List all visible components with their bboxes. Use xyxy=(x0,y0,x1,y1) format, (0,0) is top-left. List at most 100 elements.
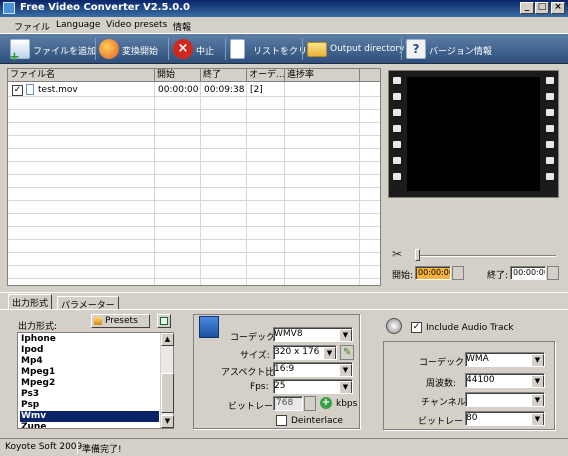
preview-screen xyxy=(407,77,540,191)
film-strip-right xyxy=(542,71,558,197)
menu-video-presets[interactable]: Video presets xyxy=(106,20,167,30)
stop-icon: × xyxy=(173,39,193,59)
trim-slider-track[interactable] xyxy=(416,255,556,257)
audio-bitrate-select[interactable]: 80 ▼ xyxy=(465,411,545,426)
video-size-select[interactable]: 320 x 176 ▼ xyxy=(273,345,337,360)
window-title: Free Video Converter V2.5.0.0 xyxy=(20,2,190,13)
convert-icon xyxy=(99,39,119,59)
presets-icon xyxy=(94,317,102,325)
column-end[interactable]: 終了 xyxy=(201,69,247,82)
column-progress[interactable]: 進捗率 xyxy=(285,69,360,82)
list-item[interactable]: Mpeg1 xyxy=(20,367,159,378)
tab-parameters[interactable]: パラメーター xyxy=(57,296,119,311)
video-codec-label: コーデック: xyxy=(230,333,279,343)
version-button[interactable]: ? バージョン情報 xyxy=(404,36,492,62)
file-start: 00:00:00 xyxy=(158,85,199,95)
scroll-thumb[interactable] xyxy=(161,373,174,413)
title-bar: Free Video Converter V2.5.0.0 _ □ × xyxy=(0,0,568,17)
channel-select[interactable]: ▼ xyxy=(465,392,545,407)
menu-info[interactable]: 情報 xyxy=(173,20,191,33)
file-end: 00:09:38 xyxy=(204,85,245,95)
start-time-label: 開始: xyxy=(392,271,414,281)
video-preview xyxy=(388,70,559,198)
frequency-label: 周波数: xyxy=(426,379,457,389)
start-time-spinner[interactable] xyxy=(452,266,464,280)
chevron-down-icon[interactable]: ▼ xyxy=(339,329,352,341)
list-item[interactable]: Ps3 xyxy=(20,389,159,400)
column-start[interactable]: 開始 xyxy=(155,69,201,82)
deinterlace-label: Deinterlace xyxy=(291,416,343,426)
toolbar: + ファイルを追加 変換開始 × 中止 リストをクリア Output direc… xyxy=(0,34,568,65)
chevron-down-icon[interactable]: ▼ xyxy=(323,347,336,359)
save-preset-button[interactable] xyxy=(157,314,171,328)
chevron-down-icon[interactable]: ▼ xyxy=(339,364,352,376)
menu-file[interactable]: ファイル xyxy=(14,20,50,33)
video-bitrate-spinner[interactable] xyxy=(304,396,316,411)
add-file-icon: + xyxy=(9,39,30,65)
scissors-icon: ✂ xyxy=(392,247,403,261)
file-list[interactable]: ファイル名 開始 終了 オーデ... 進捗率 ✓ test.mov 00:00:… xyxy=(7,68,381,286)
list-item[interactable]: Psp xyxy=(20,400,159,411)
fps-select[interactable]: 25 ▼ xyxy=(273,379,353,394)
channel-label: チャンネル: xyxy=(421,398,469,408)
chevron-down-icon[interactable]: ▼ xyxy=(531,375,544,387)
chevron-down-icon[interactable]: ▼ xyxy=(339,381,352,393)
audio-codec-select[interactable]: WMA ▼ xyxy=(465,352,545,367)
save-icon xyxy=(160,317,168,325)
start-time-field[interactable]: 00:00:00 xyxy=(415,266,451,280)
minimize-button[interactable]: _ xyxy=(520,2,534,14)
video-bitrate-field[interactable]: 768 xyxy=(273,396,303,411)
row-checkbox[interactable]: ✓ xyxy=(12,85,23,96)
include-audio-checkbox[interactable]: ✓ xyxy=(411,322,422,333)
help-icon: ? xyxy=(406,39,426,59)
maximize-button[interactable]: □ xyxy=(535,2,549,14)
file-icon xyxy=(26,84,34,95)
audio-codec-label: コーデック: xyxy=(419,358,468,368)
output-format-label: 出力形式: xyxy=(18,322,58,332)
column-filename[interactable]: ファイル名 xyxy=(8,69,155,82)
scroll-up-icon[interactable]: ▲ xyxy=(161,333,174,346)
speaker-icon xyxy=(386,318,402,334)
edit-size-button[interactable]: ✎ xyxy=(340,345,354,360)
scroll-down-icon[interactable]: ▼ xyxy=(161,415,174,428)
clear-list-button[interactable]: リストをクリア xyxy=(228,36,316,62)
column-audio[interactable]: オーデ... xyxy=(247,69,285,82)
trim-slider-thumb[interactable] xyxy=(415,249,420,261)
close-button[interactable]: × xyxy=(551,2,565,14)
list-item[interactable]: Ipod xyxy=(20,345,159,356)
list-item[interactable]: Iphone xyxy=(20,334,159,345)
video-codec-select[interactable]: WMV8 ▼ xyxy=(273,327,353,342)
chevron-down-icon[interactable]: ▼ xyxy=(531,354,544,366)
list-item-selected[interactable]: Wmv xyxy=(20,411,159,422)
add-icon[interactable]: + xyxy=(320,397,332,409)
list-item[interactable]: Mp4 xyxy=(20,356,159,367)
tab-output-format[interactable]: 出力形式 xyxy=(8,294,53,309)
video-film-icon xyxy=(199,316,219,338)
aspect-ratio-label: アスペクト比: xyxy=(221,368,278,378)
status-message: 準備完了! xyxy=(82,445,122,455)
end-time-label: 終了: xyxy=(487,271,509,281)
output-directory-button[interactable]: Output directory xyxy=(305,36,404,62)
chevron-down-icon[interactable]: ▼ xyxy=(531,413,544,425)
add-file-button[interactable]: + ファイルを追加 xyxy=(8,36,96,65)
start-convert-button[interactable]: 変換開始 xyxy=(97,36,163,62)
deinterlace-checkbox[interactable] xyxy=(276,415,287,426)
end-time-field[interactable]: 00:00:00 xyxy=(510,266,546,280)
end-time-spinner[interactable] xyxy=(547,266,559,280)
menu-bar: ファイル Language Video presets 情報 xyxy=(0,17,568,34)
bitrate-unit: kbps xyxy=(336,399,358,409)
list-item[interactable]: Mpeg2 xyxy=(20,378,159,389)
aspect-ratio-select[interactable]: 16:9 ▼ xyxy=(273,362,353,377)
presets-button[interactable]: Presets xyxy=(91,314,150,328)
file-name: test.mov xyxy=(38,85,78,95)
folder-icon xyxy=(307,42,327,57)
frequency-select[interactable]: 44100 ▼ xyxy=(465,373,545,388)
list-item[interactable]: Zune xyxy=(20,422,159,428)
menu-language[interactable]: Language xyxy=(56,20,100,30)
format-listbox[interactable]: Iphone Ipod Mp4 Mpeg1 Mpeg2 Ps3 Psp Wmv … xyxy=(17,332,174,429)
chevron-down-icon[interactable]: ▼ xyxy=(531,394,544,406)
fps-label: Fps: xyxy=(250,382,269,392)
stop-button[interactable]: × 中止 xyxy=(171,36,221,62)
status-copyright: Koyote Soft 2009 xyxy=(5,442,83,452)
format-scrollbar[interactable]: ▲ ▼ xyxy=(160,333,174,428)
